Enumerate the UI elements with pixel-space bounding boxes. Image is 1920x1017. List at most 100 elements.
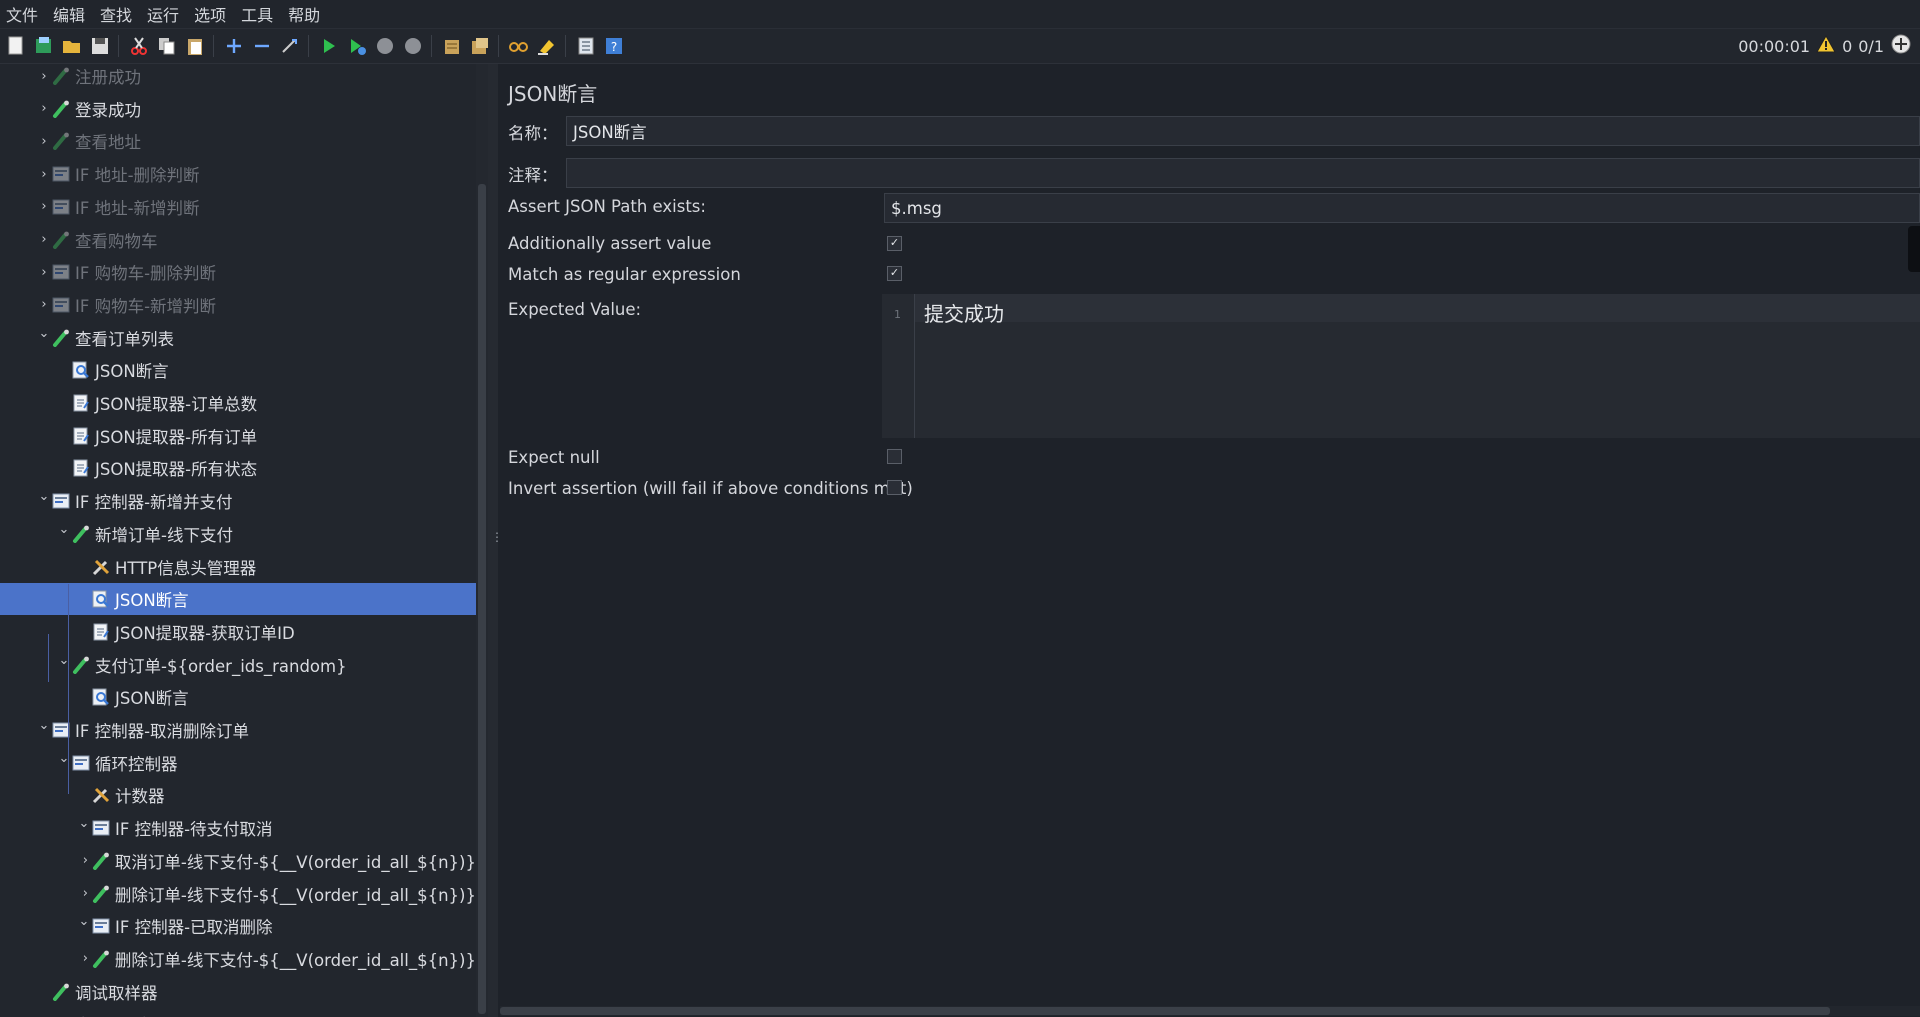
tree-node[interactable]: › 注册成功 — [0, 64, 476, 92]
tree-node[interactable]: › 取消订单-线下支付-${__V(order_id_all_${n})} — [0, 845, 476, 877]
clear-icon[interactable] — [440, 34, 464, 58]
menu-item[interactable]: 运行 — [141, 2, 188, 26]
tree-node[interactable]: › IF 地址-删除判断 — [0, 158, 476, 190]
start-no-pause-icon[interactable] — [345, 34, 369, 58]
tree-node[interactable]: 计数器 — [0, 779, 476, 811]
tree-node[interactable]: ⌄ IF 控制器-已取消删除 — [0, 910, 476, 942]
chevron-right-icon[interactable]: › — [36, 69, 52, 84]
chevron-right-icon[interactable]: › — [79, 853, 92, 868]
comment-field[interactable] — [566, 158, 1920, 188]
chevron-right-icon[interactable]: › — [79, 886, 92, 901]
chevron-right-icon[interactable]: › — [36, 101, 52, 116]
tree-node[interactable]: › 删除订单-线下支付-${__V(order_id_all_${n})} — [0, 878, 476, 910]
menu-item[interactable]: 选项 — [188, 2, 235, 26]
search-icon[interactable] — [507, 34, 531, 58]
tree-node[interactable]: › 查看地址 — [0, 125, 476, 157]
tree-node[interactable]: JSON断言 — [0, 681, 476, 713]
chevron-down-icon[interactable]: ⌄ — [56, 752, 72, 765]
chevron-down-icon[interactable]: ⌄ — [76, 817, 92, 830]
new-icon[interactable] — [4, 34, 28, 58]
chevron-right-icon[interactable]: › — [79, 951, 92, 966]
panel-splitter[interactable]: ⋮ — [488, 64, 503, 1017]
expand-icon[interactable] — [222, 34, 246, 58]
tree-node[interactable]: ⌄ 新增订单-线下支付 — [0, 518, 476, 550]
menu-item[interactable]: 查找 — [94, 2, 141, 26]
chevron-down-icon[interactable]: ⌄ — [36, 490, 52, 503]
expected-value-text[interactable]: 提交成功 — [924, 298, 1004, 327]
chevron-right-icon[interactable]: › — [36, 199, 52, 214]
tree-node[interactable]: › IF 地址-新增判断 — [0, 191, 476, 223]
horizontal-scrollbar-thumb[interactable] — [500, 1007, 1830, 1015]
expected-value-editor[interactable]: 1 提交成功 — [882, 294, 1920, 438]
tree-node[interactable]: ⌄ 支付订单-${order_ids_random} — [0, 649, 476, 681]
cut-icon[interactable] — [127, 34, 151, 58]
tree-node[interactable]: JSON提取器-所有状态 — [0, 452, 476, 484]
start-icon[interactable] — [317, 34, 341, 58]
tree-node[interactable]: › 删除订单-线下支付-${__V(order_id_all_${n})} — [0, 943, 476, 975]
tree-node[interactable]: JSON提取器-所有订单 — [0, 420, 476, 452]
paste-icon[interactable] — [183, 34, 207, 58]
tree-node[interactable]: ⌄ 循环控制器 — [0, 747, 476, 779]
side-panel-handle[interactable] — [1908, 226, 1920, 272]
save-icon[interactable] — [88, 34, 112, 58]
stop-icon[interactable] — [373, 34, 397, 58]
chevron-down-icon[interactable]: ⌄ — [56, 523, 72, 536]
tree-node[interactable]: › IF 购物车-新增判断 — [0, 289, 476, 321]
chevron-right-icon[interactable]: › — [36, 134, 52, 149]
tree-node[interactable]: JSON提取器-订单总数 — [0, 387, 476, 419]
open-icon[interactable] — [60, 34, 84, 58]
help-icon[interactable]: ? — [602, 34, 626, 58]
menu-item[interactable]: 工具 — [235, 2, 282, 26]
additionally-assert-checkbox[interactable]: ✓ — [887, 236, 902, 251]
editor-horizontal-scrollbar[interactable] — [500, 1006, 1920, 1016]
tree-node[interactable]: › 登录成功 — [0, 93, 476, 125]
function-helper-icon[interactable] — [574, 34, 598, 58]
chevron-right-icon[interactable]: › — [36, 265, 52, 280]
toggle-icon[interactable] — [278, 34, 302, 58]
name-field[interactable]: JSON断言 — [566, 116, 1920, 146]
chevron-down-icon[interactable]: ⌄ — [36, 719, 52, 732]
tree-scrollbar[interactable] — [476, 64, 488, 1017]
chevron-down-icon[interactable]: ⌄ — [36, 327, 52, 340]
chevron-down-icon[interactable]: ⌄ — [56, 654, 72, 667]
extractor-icon — [92, 623, 110, 641]
shutdown-icon[interactable] — [401, 34, 425, 58]
invert-assertion-checkbox[interactable] — [887, 480, 902, 495]
tree-node-label: IF 控制器-待支付取消 — [115, 820, 273, 840]
config-icon — [92, 786, 110, 804]
tree-node-label: IF 控制器-新增并支付 — [75, 493, 233, 513]
menu-item[interactable]: 帮助 — [282, 2, 329, 26]
tree-node[interactable]: JSON断言 — [0, 354, 476, 386]
tree-node[interactable]: JSON断言 — [0, 583, 476, 616]
chevron-right-icon[interactable]: › — [36, 297, 52, 312]
templates-icon[interactable] — [32, 34, 56, 58]
menu-item[interactable]: 文件 — [0, 2, 47, 26]
tree-node[interactable]: 调试取样器 — [0, 976, 476, 1008]
warning-icon[interactable] — [1816, 34, 1836, 57]
extractor-icon — [72, 394, 90, 412]
menu-item[interactable]: 编辑 — [47, 2, 94, 26]
tree-node[interactable]: ⌄ IF 控制器-取消删除订单 — [0, 714, 476, 746]
tree-node[interactable]: ⌄ 查看订单列表 — [0, 322, 476, 354]
chevron-right-icon[interactable]: › — [36, 232, 52, 247]
tree-scrollbar-thumb[interactable] — [478, 184, 486, 1014]
chevron-down-icon[interactable]: ⌄ — [76, 915, 92, 928]
json-path-field[interactable]: $.msg — [884, 193, 1920, 223]
match-regex-checkbox[interactable]: ✓ — [887, 266, 902, 281]
tree-node[interactable]: HTTP信息头管理器 — [0, 551, 476, 583]
collapse-icon[interactable] — [250, 34, 274, 58]
controller-icon — [92, 917, 110, 935]
tree-node[interactable]: › IF 购物车-删除判断 — [0, 256, 476, 288]
test-plan-tree[interactable]: › 注册成功 › 登录成功 › 查看地址 › IF 地址-删除判断 › IF 地址-新增判断 › 查看… — [0, 64, 476, 1017]
menu-bar: 文件 编辑 查找 运行 选项 工具 帮助 — [0, 0, 1920, 29]
copy-icon[interactable] — [155, 34, 179, 58]
tree-node[interactable]: 查看结果树 — [0, 1008, 476, 1017]
expect-null-checkbox[interactable] — [887, 449, 902, 464]
tree-node[interactable]: ⌄ IF 控制器-新增并支付 — [0, 485, 476, 517]
chevron-right-icon[interactable]: › — [36, 167, 52, 182]
tree-node[interactable]: ⌄ IF 控制器-待支付取消 — [0, 812, 476, 844]
tree-node[interactable]: JSON提取器-获取订单ID — [0, 616, 476, 648]
tree-node[interactable]: › 查看购物车 — [0, 224, 476, 256]
clear-all-icon[interactable] — [468, 34, 492, 58]
reset-search-icon[interactable] — [535, 34, 559, 58]
